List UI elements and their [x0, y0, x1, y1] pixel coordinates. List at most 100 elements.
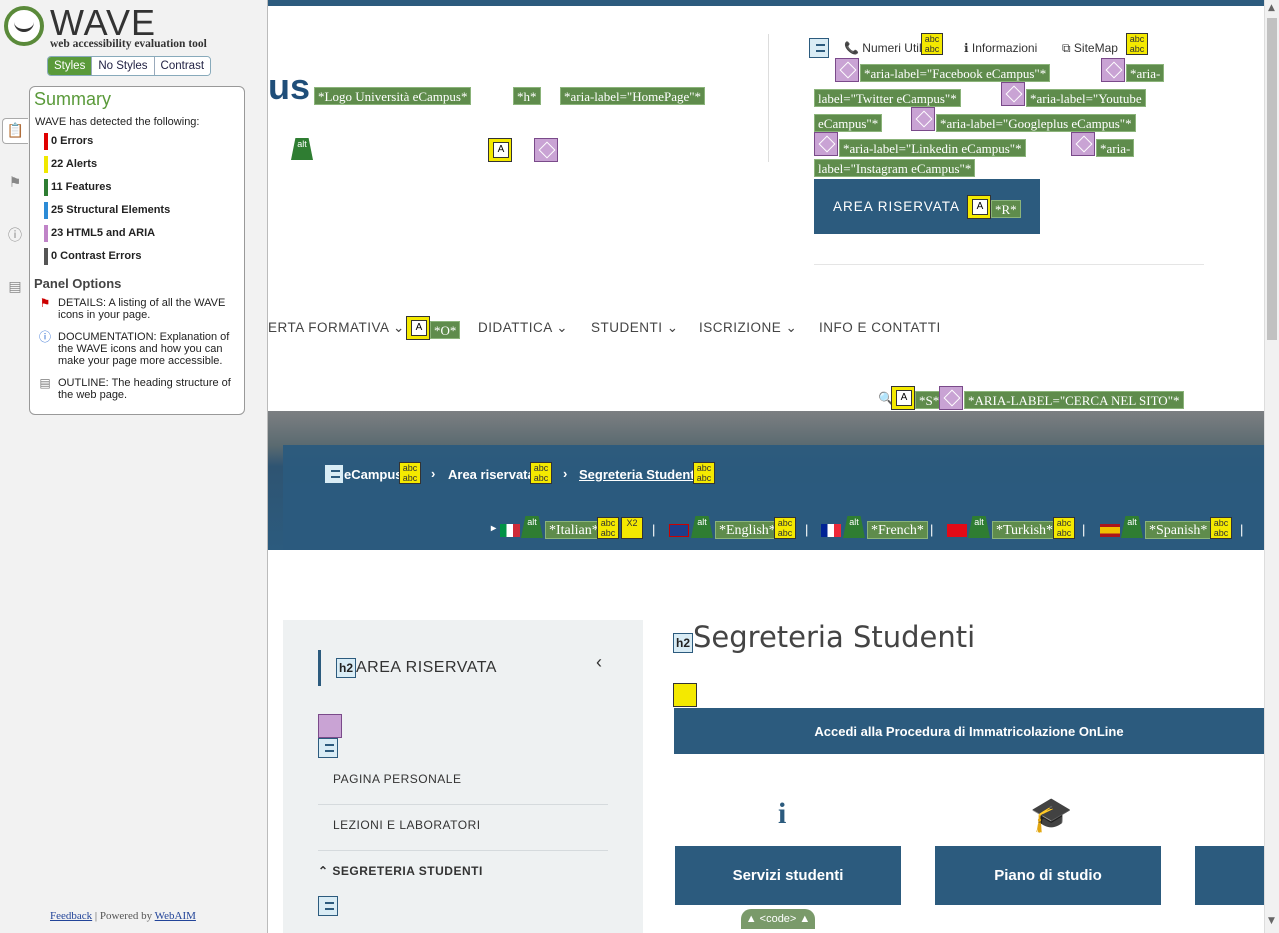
- count-structural: 25 Structural Elements: [44, 202, 170, 219]
- wave-logo-subtitle: web accessibility evaluation tool: [50, 38, 207, 50]
- aria-tag-icon: [835, 58, 859, 82]
- nav-iscrizione[interactable]: ISCRIZIONE ⌄: [699, 320, 797, 336]
- list-icon: [318, 896, 338, 916]
- turkish-flag-icon: [947, 524, 967, 537]
- graduation-cap-icon: 🎓: [1030, 795, 1073, 835]
- nav-didattica[interactable]: DIDATTICA ⌄: [478, 320, 568, 336]
- scroll-up-icon[interactable]: ▲: [1268, 3, 1275, 13]
- h2-icon: h2: [673, 633, 693, 653]
- header-divider: [768, 34, 769, 162]
- wave-label-googleplus: *aria-label="Googleplus eCampus"*: [936, 114, 1136, 132]
- aria-tag-icon: [939, 386, 963, 410]
- nav-offerta-formativa[interactable]: ERTA FORMATIVA ⌄: [268, 320, 405, 336]
- lang-turkish[interactable]: *Turkish*: [992, 521, 1058, 539]
- info-icon: i: [778, 797, 787, 830]
- wave-label-instagram: label="Instagram eCampus"*: [814, 159, 976, 177]
- document-icon[interactable]: ▤: [2, 274, 28, 300]
- lang-english[interactable]: *English*: [715, 521, 780, 539]
- servizi-studenti-button[interactable]: Servizi studenti: [675, 846, 901, 905]
- count-features: 11 Features: [44, 179, 112, 196]
- lang-french[interactable]: *French*: [867, 521, 928, 539]
- sitemap-link[interactable]: ⧉ SiteMap: [1062, 41, 1118, 56]
- italian-flag-icon: [500, 524, 520, 537]
- breadcrumb-sep-2: ›: [563, 466, 568, 481]
- nav-info-contatti[interactable]: INFO E CONTATTI: [819, 320, 941, 335]
- scrollbar[interactable]: ▲ ▼: [1264, 0, 1279, 933]
- abc-icon: abc abc: [1053, 517, 1075, 539]
- lang-italian[interactable]: *Italian*: [545, 521, 603, 539]
- wave-logo-icon: [4, 6, 44, 46]
- sidebar: h2 AREA RISERVATA ‹ PAGINA PERSONALE LEZ…: [283, 620, 643, 933]
- count-contrast: 0 Contrast Errors: [44, 248, 141, 265]
- wave-label-r: *R*: [991, 200, 1021, 218]
- list-icon: [324, 464, 344, 484]
- abc-icon: abc abc: [774, 517, 796, 539]
- wave-label-twitter-start: *aria-: [1126, 64, 1165, 82]
- sidebar-item-lezioni[interactable]: LEZIONI E LABORATORI: [333, 818, 481, 832]
- summary-panel: Summary WAVE has detected the following:…: [29, 86, 245, 415]
- wave-label-twitter: label="Twitter eCampus"*: [814, 89, 961, 107]
- flag-icon[interactable]: ⚑: [2, 170, 28, 196]
- feedback-link[interactable]: Feedback: [50, 910, 92, 922]
- sidebar-item-pagina-personale[interactable]: PAGINA PERSONALE: [333, 772, 462, 786]
- sidebar-item-segreteria[interactable]: ⌃ SEGRETERIA STUDENTI: [318, 864, 483, 878]
- option-documentation[interactable]: ⓘ DOCUMENTATION: Explanation of the WAVE …: [35, 331, 241, 367]
- abc-icon: abc abc: [921, 33, 943, 55]
- spanish-flag-icon: [1100, 524, 1120, 537]
- info-icon[interactable]: ⓘ: [2, 222, 28, 248]
- aria-tag-icon: [1101, 58, 1125, 82]
- lang-spanish[interactable]: *Spanish*: [1145, 521, 1212, 539]
- text-alt-icon: [406, 316, 430, 340]
- wave-label-homepage: *aria-label="HomePage"*: [560, 87, 706, 105]
- wave-logo: WAVE web accessibility evaluation tool: [4, 2, 248, 52]
- sidebar-accent: [318, 650, 321, 686]
- tab-styles[interactable]: Styles: [48, 57, 92, 75]
- third-card-button[interactable]: [1195, 846, 1264, 905]
- chevron-left-icon[interactable]: ‹: [596, 652, 602, 673]
- h2-icon: h2: [336, 658, 356, 678]
- table-icon: [673, 683, 697, 707]
- abc-icon: abc abc: [1210, 517, 1232, 539]
- nav-region-icon: [318, 714, 342, 738]
- detected-text: WAVE has detected the following:: [35, 116, 200, 128]
- header-separator: [814, 264, 1204, 265]
- view-mode-tabs: Styles No Styles Contrast: [47, 56, 212, 76]
- aria-tag-icon: [1001, 82, 1025, 106]
- option-outline[interactable]: ▤ OUTLINE: The heading structure of the w…: [35, 377, 241, 401]
- clipboard-icon[interactable]: 📋: [2, 118, 28, 144]
- webaim-link[interactable]: WebAIM: [155, 910, 196, 922]
- site-logo[interactable]: us: [268, 66, 310, 108]
- browser-viewport: WAVE web accessibility evaluation tool S…: [0, 0, 1279, 933]
- breadcrumb-area-riservata[interactable]: Area riservata: [448, 467, 535, 482]
- aria-tag-icon: [534, 138, 558, 162]
- tab-contrast[interactable]: Contrast: [153, 57, 211, 75]
- summary-title: Summary: [34, 89, 112, 109]
- lang-sep: |: [1240, 522, 1244, 537]
- lang-sep: |: [805, 522, 809, 537]
- scroll-down-icon[interactable]: ▼: [1268, 916, 1275, 926]
- flag-icon: ⚑: [39, 296, 51, 310]
- scroll-thumb[interactable]: [1267, 18, 1277, 340]
- wave-label-cerca: *ARIA-LABEL="CERCA NEL SITO"*: [964, 391, 1184, 409]
- breadcrumb-segreteria[interactable]: Segreteria Studenti: [579, 467, 698, 482]
- piano-di-studio-button[interactable]: Piano di studio: [935, 846, 1161, 905]
- immatricolazione-button[interactable]: Accedi alla Procedura di Immatricolazion…: [674, 708, 1264, 754]
- breadcrumb-ecampus[interactable]: eCampus: [344, 467, 403, 482]
- numeri-utili-link[interactable]: 📞 Numeri Utili: [844, 41, 924, 55]
- wave-label-facebook: *aria-label="Facebook eCampus"*: [860, 64, 1051, 82]
- sidebar-divider: [318, 850, 608, 851]
- wave-label-instagram-start: *aria-: [1096, 139, 1135, 157]
- wave-label-youtube: eCampus"*: [814, 114, 883, 132]
- aria-tag-icon: [1071, 132, 1095, 156]
- lang-sep: |: [930, 522, 934, 537]
- lang-sep: |: [652, 522, 656, 537]
- code-toggle[interactable]: ▲ <code> ▲: [741, 909, 815, 929]
- page-title: Segreteria Studenti: [693, 620, 976, 654]
- panel-icon-bar: 📋 ⚑ ⓘ ▤: [2, 118, 30, 326]
- aria-tag-icon: [911, 107, 935, 131]
- tab-no-styles[interactable]: No Styles: [91, 57, 154, 75]
- informazioni-link[interactable]: ℹ Informazioni: [964, 41, 1037, 55]
- panel-options-title: Panel Options: [34, 276, 122, 291]
- option-details[interactable]: ⚑ DETAILS: A listing of all the WAVE icon…: [35, 297, 241, 321]
- nav-studenti[interactable]: STUDENTI ⌄: [591, 320, 679, 336]
